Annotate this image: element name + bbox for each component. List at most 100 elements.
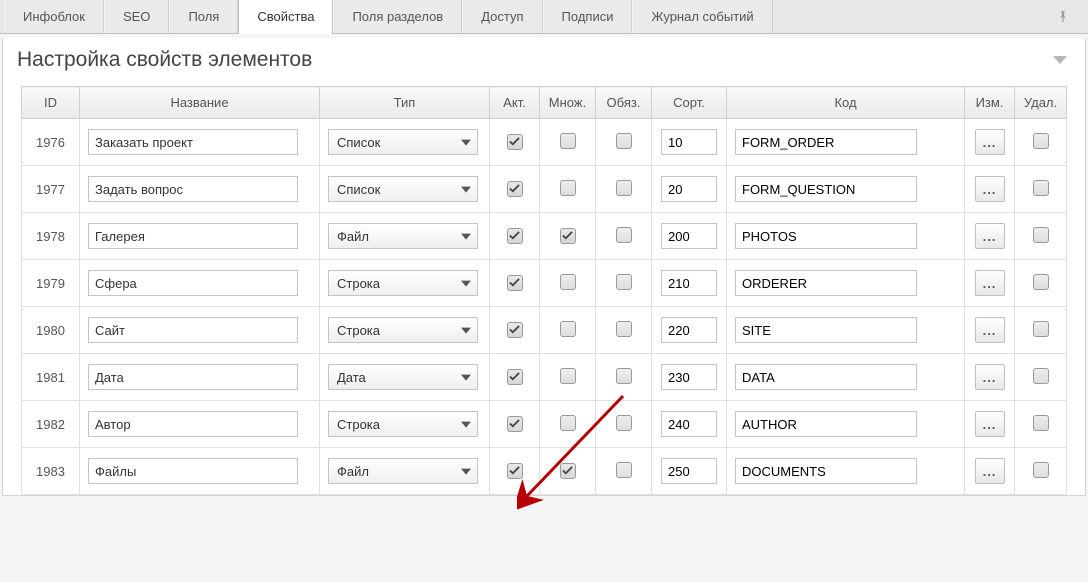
code-input[interactable] <box>735 364 917 390</box>
panel-header: Настройка свойств элементов <box>3 38 1085 86</box>
delete-checkbox[interactable] <box>1033 180 1049 196</box>
tab-7[interactable]: Журнал событий <box>632 0 772 33</box>
tab-6[interactable]: Подписи <box>543 0 633 33</box>
multiple-checkbox[interactable] <box>560 415 576 431</box>
edit-button[interactable]: ... <box>975 129 1005 155</box>
name-input[interactable] <box>88 223 298 249</box>
code-input[interactable] <box>735 223 917 249</box>
required-checkbox[interactable] <box>616 133 632 149</box>
active-checkbox[interactable] <box>507 134 523 150</box>
tab-3[interactable]: Свойства <box>238 0 333 33</box>
tab-1[interactable]: SEO <box>104 0 169 33</box>
code-input[interactable] <box>735 317 917 343</box>
code-input[interactable] <box>735 129 917 155</box>
active-checkbox[interactable] <box>507 322 523 338</box>
active-checkbox[interactable] <box>507 416 523 432</box>
table-row: 1978 Файл... <box>22 213 1067 260</box>
cell-id: 1983 <box>22 448 80 495</box>
tab-5[interactable]: Доступ <box>462 0 542 33</box>
edit-button[interactable]: ... <box>975 411 1005 437</box>
table-row: 1981 Дата... <box>22 354 1067 401</box>
required-checkbox[interactable] <box>616 415 632 431</box>
table-row: 1983 Файл... <box>22 448 1067 495</box>
name-input[interactable] <box>88 317 298 343</box>
edit-button[interactable]: ... <box>975 223 1005 249</box>
code-input[interactable] <box>735 411 917 437</box>
active-checkbox[interactable] <box>507 275 523 291</box>
multiple-checkbox[interactable] <box>560 368 576 384</box>
name-input[interactable] <box>88 176 298 202</box>
tab-2[interactable]: Поля <box>169 0 238 33</box>
col-code: Код <box>727 87 965 119</box>
code-input[interactable] <box>735 458 917 484</box>
sort-input[interactable] <box>661 411 717 437</box>
multiple-checkbox[interactable] <box>560 274 576 290</box>
tab-0[interactable]: Инфоблок <box>4 0 104 33</box>
edit-button[interactable]: ... <box>975 317 1005 343</box>
sort-input[interactable] <box>661 458 717 484</box>
name-input[interactable] <box>88 129 298 155</box>
type-select[interactable]: Список <box>328 129 478 155</box>
table-row: 1982Строка... <box>22 401 1067 448</box>
name-input[interactable] <box>88 270 298 296</box>
delete-checkbox[interactable] <box>1033 321 1049 337</box>
col-delete: Удал. <box>1015 87 1067 119</box>
delete-checkbox[interactable] <box>1033 415 1049 431</box>
active-checkbox[interactable] <box>507 369 523 385</box>
col-edit: Изм. <box>965 87 1015 119</box>
type-select[interactable]: Строка <box>328 317 478 343</box>
required-checkbox[interactable] <box>616 462 632 478</box>
delete-checkbox[interactable] <box>1033 368 1049 384</box>
required-checkbox[interactable] <box>616 368 632 384</box>
edit-button[interactable]: ... <box>975 176 1005 202</box>
sort-input[interactable] <box>661 223 717 249</box>
edit-button[interactable]: ... <box>975 364 1005 390</box>
sort-input[interactable] <box>661 317 717 343</box>
tab-4[interactable]: Поля разделов <box>333 0 462 33</box>
panel-title: Настройка свойств элементов <box>17 48 1053 72</box>
col-id: ID <box>22 87 80 119</box>
cell-id: 1978 <box>22 213 80 260</box>
delete-checkbox[interactable] <box>1033 227 1049 243</box>
code-input[interactable] <box>735 176 917 202</box>
required-checkbox[interactable] <box>616 274 632 290</box>
delete-checkbox[interactable] <box>1033 462 1049 478</box>
multiple-checkbox[interactable] <box>560 133 576 149</box>
name-input[interactable] <box>88 411 298 437</box>
multiple-checkbox[interactable] <box>560 463 576 479</box>
active-checkbox[interactable] <box>507 181 523 197</box>
type-select[interactable]: Строка <box>328 411 478 437</box>
cell-id: 1976 <box>22 119 80 166</box>
multiple-checkbox[interactable] <box>560 321 576 337</box>
edit-button[interactable]: ... <box>975 458 1005 484</box>
required-checkbox[interactable] <box>616 227 632 243</box>
properties-panel: Настройка свойств элементов ID Название … <box>2 38 1086 496</box>
name-input[interactable] <box>88 458 298 484</box>
type-select[interactable]: Дата <box>328 364 478 390</box>
type-select[interactable]: Строка <box>328 270 478 296</box>
type-select[interactable]: Файл <box>328 458 478 484</box>
sort-input[interactable] <box>661 176 717 202</box>
required-checkbox[interactable] <box>616 180 632 196</box>
delete-checkbox[interactable] <box>1033 133 1049 149</box>
cell-id: 1981 <box>22 354 80 401</box>
delete-checkbox[interactable] <box>1033 274 1049 290</box>
panel-collapse-icon[interactable] <box>1053 56 1067 64</box>
multiple-checkbox[interactable] <box>560 228 576 244</box>
tab-bar: ИнфоблокSEOПоляСвойстваПоля разделовДост… <box>0 0 1088 34</box>
code-input[interactable] <box>735 270 917 296</box>
name-input[interactable] <box>88 364 298 390</box>
sort-input[interactable] <box>661 270 717 296</box>
multiple-checkbox[interactable] <box>560 180 576 196</box>
type-select[interactable]: Список <box>328 176 478 202</box>
edit-button[interactable]: ... <box>975 270 1005 296</box>
pin-icon[interactable] <box>1046 0 1080 33</box>
type-select[interactable]: Файл <box>328 223 478 249</box>
properties-table: ID Название Тип Акт. Множ. Обяз. Сорт. К… <box>21 86 1067 495</box>
table-row: 1977Список... <box>22 166 1067 213</box>
sort-input[interactable] <box>661 129 717 155</box>
sort-input[interactable] <box>661 364 717 390</box>
active-checkbox[interactable] <box>507 228 523 244</box>
active-checkbox[interactable] <box>507 463 523 479</box>
required-checkbox[interactable] <box>616 321 632 337</box>
